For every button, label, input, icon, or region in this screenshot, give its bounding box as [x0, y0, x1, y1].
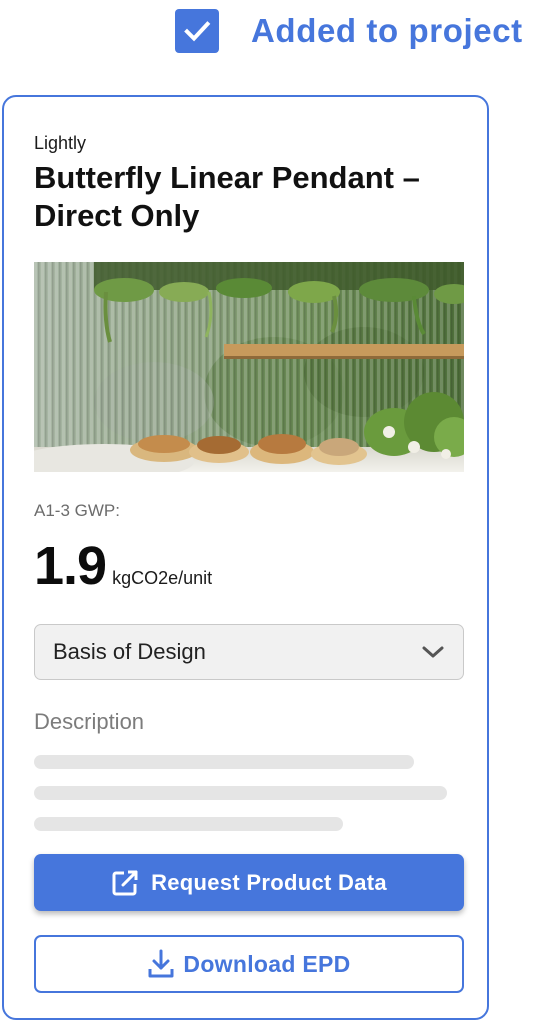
request-button-label: Request Product Data	[151, 869, 387, 895]
dropdown-selected-value: Basis of Design	[53, 639, 206, 664]
description-placeholder-line	[34, 817, 343, 831]
download-icon	[148, 949, 174, 978]
basis-of-design-dropdown[interactable]: Basis of Design	[34, 624, 464, 680]
check-icon	[184, 21, 211, 42]
external-link-icon	[112, 870, 138, 895]
gwp-metric: 1.9 kgCO2e/unit	[34, 535, 212, 597]
added-checkbox[interactable]	[175, 9, 219, 53]
product-card: Lightly Butterfly Linear Pendant – Direc…	[2, 95, 489, 1020]
product-brand: Lightly	[34, 133, 87, 153]
request-product-data-button[interactable]: Request Product Data	[34, 854, 464, 911]
download-button-label: Download EPD	[183, 950, 351, 977]
description-heading: Description	[34, 709, 145, 734]
gwp-label: A1-3 GWP:	[34, 501, 120, 520]
gwp-value: 1.9	[34, 536, 107, 596]
description-placeholder-line	[34, 755, 414, 769]
chevron-down-icon	[422, 646, 444, 658]
gwp-unit: kgCO2e/unit	[112, 568, 213, 588]
added-to-project-label: Added to project	[251, 12, 523, 49]
download-epd-button[interactable]: Download EPD	[34, 935, 464, 993]
product-title: Butterfly Linear Pendant – Direct Only	[34, 160, 420, 233]
product-image	[34, 262, 464, 472]
description-placeholder-line	[34, 786, 447, 800]
added-to-project-status: Added to project	[175, 8, 523, 54]
